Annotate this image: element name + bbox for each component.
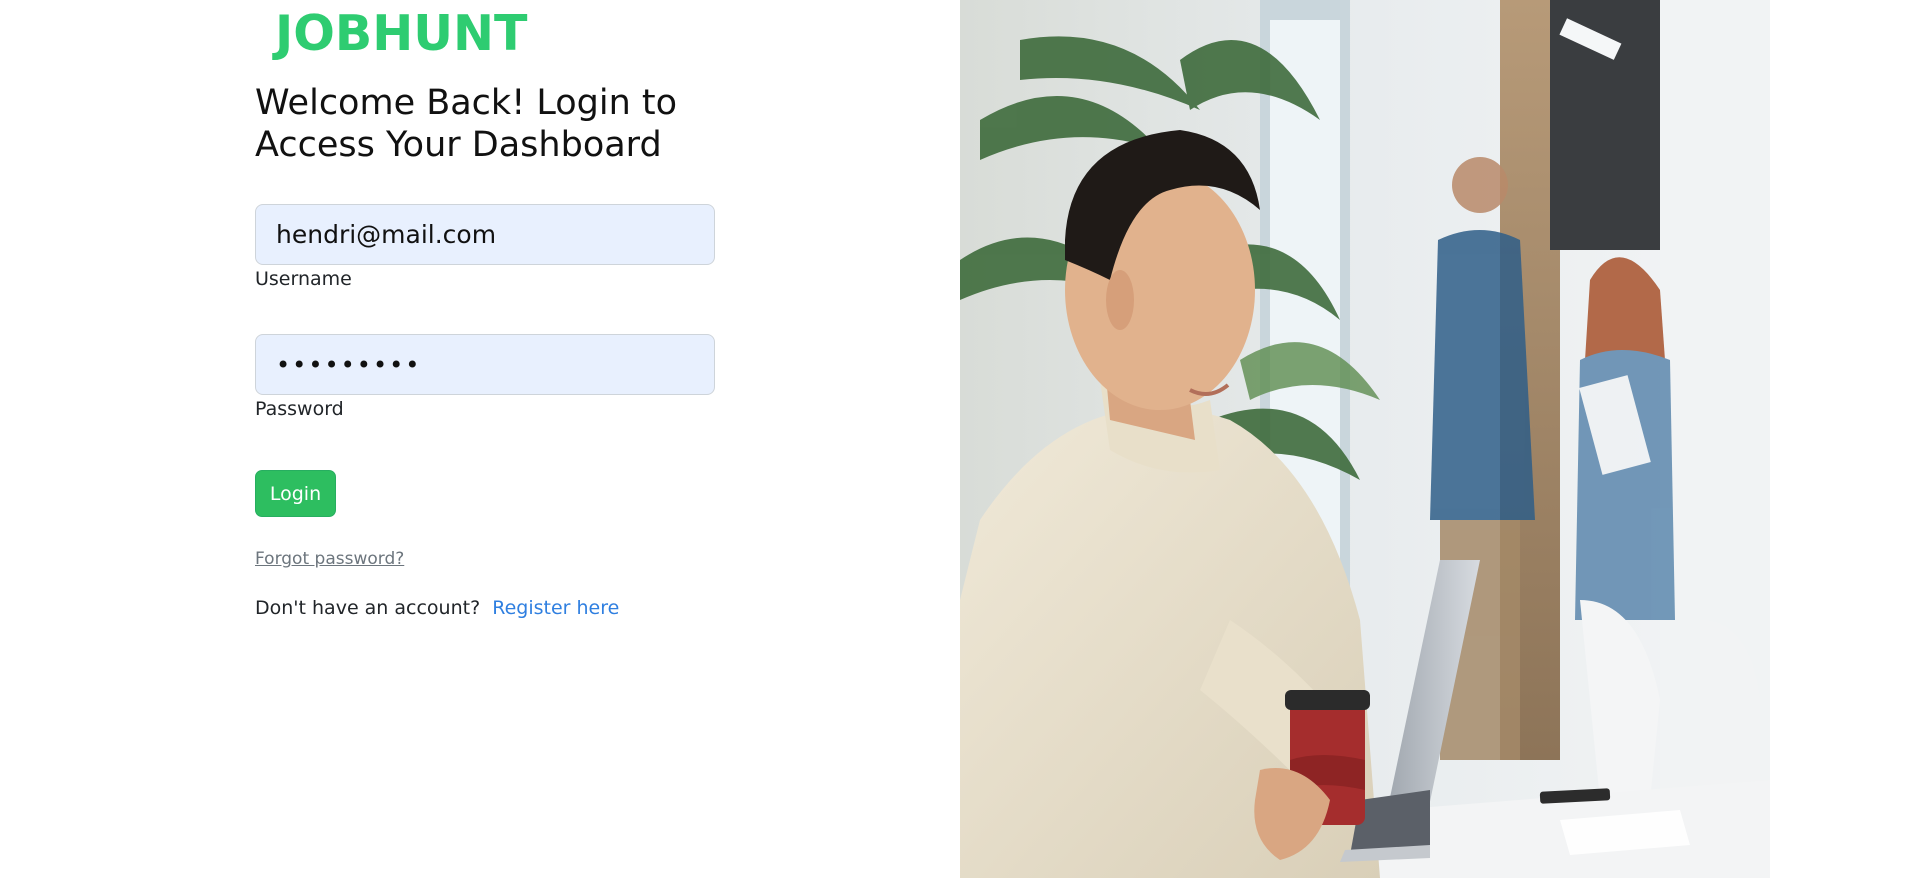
- page-title: Welcome Back! Login to Access Your Dashb…: [255, 83, 678, 165]
- login-page: JOBHUNT Welcome Back! Login to Access Yo…: [0, 0, 1920, 878]
- password-value: •••••••••: [276, 350, 422, 379]
- username-value: hendri@mail.com: [276, 220, 497, 249]
- username-label: Username: [255, 268, 352, 290]
- hero-photo-illustration: [960, 0, 1770, 878]
- forgot-password-link[interactable]: Forgot password?: [255, 549, 404, 569]
- register-link[interactable]: Register here: [492, 597, 619, 619]
- username-input[interactable]: hendri@mail.com: [255, 204, 715, 265]
- brand-logo[interactable]: JOBHUNT: [275, 4, 527, 64]
- password-input[interactable]: •••••••••: [255, 334, 715, 395]
- register-prompt: Don't have an account? Register here: [255, 597, 619, 619]
- login-button[interactable]: Login: [255, 470, 336, 517]
- hero-photo: [960, 0, 1770, 878]
- register-prompt-text: Don't have an account?: [255, 597, 481, 619]
- password-label: Password: [255, 398, 344, 420]
